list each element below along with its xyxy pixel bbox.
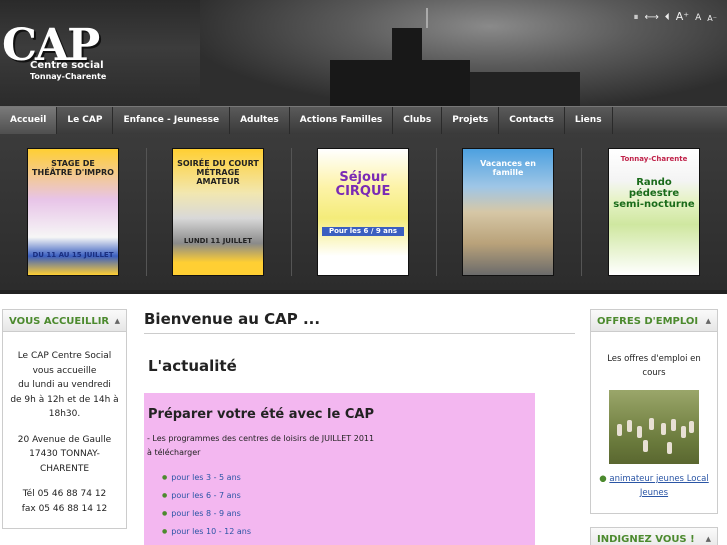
link-text: Jeunes (639, 488, 669, 498)
text-line: 18h30. (48, 409, 81, 419)
nav-item-liens[interactable]: Liens (565, 107, 613, 134)
header-banner: CAP Centre social Tonnay-Charente ⏸ ⟷ ⏴ … (0, 0, 727, 106)
link-text: animateur jeunes Local (609, 474, 709, 484)
logo-town: Tonnay-Charente (30, 72, 107, 81)
poster-court-metrage[interactable]: SOIRÉE DU COURT MÉTRAGE AMATEUR LUNDI 11… (172, 148, 264, 276)
page: CAP Centre social Tonnay-Charente ⏸ ⟷ ⏴ … (0, 0, 727, 545)
box-header[interactable]: INDIGNEZ VOUS ! ▲ (591, 528, 717, 545)
font-decrease-button[interactable]: A⁻ (707, 14, 717, 23)
text-line: cours (642, 368, 666, 378)
gallery-divider (146, 148, 147, 276)
phone: Tél 05 46 88 74 12 (22, 489, 107, 499)
main-nav: Accueil Le CAP Enfance - Jeunesse Adulte… (0, 106, 727, 134)
poster-caption: DU 11 AU 15 JUILLET (32, 251, 114, 259)
poster-caption: Pour les 6 / 9 ans (322, 227, 404, 236)
job-offer-link[interactable]: ● animateur jeunes Local Jeunes (591, 464, 717, 500)
poster-rando-pedestre[interactable]: Tonnay-Charente Rando pédestre semi-noct… (608, 148, 700, 276)
nav-item-le-cap[interactable]: Le CAP (57, 107, 114, 134)
text-line: CHARENTE (39, 463, 90, 474)
box-title: OFFRES D'EMPLOI (597, 316, 699, 327)
text-line: 17430 TONNAY- (29, 449, 100, 459)
nav-item-projets[interactable]: Projets (442, 107, 500, 134)
banner-building (470, 72, 580, 106)
box-offres-emploi: OFFRES D'EMPLOI ▲ Les offres d'emploi en… (590, 309, 718, 514)
main-content: Bienvenue au CAP ... L'actualité Prépare… (144, 306, 575, 545)
text-line: 20 Avenue de Gaulle (17, 434, 112, 445)
gallery-divider (291, 148, 292, 276)
collapse-icon[interactable]: ▲ (115, 317, 120, 325)
box-indignez-vous: INDIGNEZ VOUS ! ▲ (590, 527, 718, 545)
address: 20 Avenue de Gaulle 17430 TONNAY- CHAREN… (3, 433, 126, 477)
text-line: à télécharger (147, 448, 201, 457)
box-body: Le CAP Centre Social vous accueille du l… (3, 332, 126, 516)
download-link[interactable]: pour les 6 - 7 ans (162, 487, 535, 505)
box-vous-accueillir: VOUS ACCUEILLIR ▲ Le CAP Centre Social v… (2, 309, 127, 529)
box-header[interactable]: VOUS ACCUEILLIR ▲ (3, 310, 126, 332)
header-tools: ⏸ ⟷ ⏴ A⁺ A A⁻ (633, 10, 717, 23)
text-line: de 9h à 12h et de 14h à (10, 394, 119, 405)
phone-numbers: Tél 05 46 88 74 12 fax 05 46 88 14 12 (3, 487, 126, 516)
prev-icon[interactable]: ⏴ (665, 12, 670, 23)
gallery-divider (581, 148, 582, 276)
download-link[interactable]: pour les 8 - 9 ans (162, 505, 535, 523)
section-heading: L'actualité (148, 357, 237, 375)
poster-title: Vacances en famille (480, 159, 536, 177)
download-link[interactable]: pour les 3 - 5 ans (162, 469, 535, 487)
nav-item-adultes[interactable]: Adultes (230, 107, 290, 134)
poster-gallery: STAGE DE THÉÂTRE D'IMPRO DU 11 AU 15 JUI… (0, 134, 727, 294)
page-title: Bienvenue au CAP ... (144, 306, 575, 334)
opening-hours: Le CAP Centre Social vous accueille du l… (3, 349, 126, 422)
poster-title: STAGE DE THÉÂTRE D'IMPRO (32, 159, 114, 177)
poster-title: Rando pédestre semi-nocturne (613, 177, 695, 210)
poster-caption: Tonnay-Charente (620, 155, 688, 163)
nav-item-contacts[interactable]: Contacts (499, 107, 565, 134)
font-increase-button[interactable]: A⁺ (676, 10, 689, 23)
poster-sejour-cirque[interactable]: Séjour CIRQUE Pour les 6 / 9 ans (317, 148, 409, 276)
download-link[interactable]: pour les 10 - 12 ans (162, 523, 535, 541)
download-list: pour les 3 - 5 ans pour les 6 - 7 ans po… (144, 460, 535, 541)
font-reset-button[interactable]: A (695, 13, 701, 23)
poster-title: Séjour CIRQUE (335, 170, 391, 199)
nav-item-enfance-jeunesse[interactable]: Enfance - Jeunesse (113, 107, 231, 134)
banner-cross (426, 8, 428, 28)
fax: fax 05 46 88 14 12 (21, 503, 108, 514)
gallery-divider (436, 148, 437, 276)
toggle-width-icon[interactable]: ⟷ (644, 12, 658, 23)
group-photo (609, 390, 699, 464)
article-title[interactable]: Préparer votre été avec le CAP (144, 393, 535, 422)
box-text: Les offres d'emploi en cours (591, 332, 717, 380)
poster-caption: LUNDI 11 JUILLET (183, 237, 253, 245)
text-line: vous accueille (32, 365, 97, 376)
text-line: Le CAP Centre Social (17, 351, 112, 361)
text-line: - Les programmes des centres de loisirs … (147, 434, 375, 443)
text-line: Les offres d'emploi en (607, 354, 701, 364)
collapse-icon[interactable]: ▲ (706, 317, 711, 325)
site-logo[interactable]: CAP Centre social Tonnay-Charente (0, 24, 120, 94)
logo-subtitle: Centre social (30, 60, 104, 71)
poster-vacances-famille[interactable]: Vacances en famille (462, 148, 554, 276)
poster-theatre[interactable]: STAGE DE THÉÂTRE D'IMPRO DU 11 AU 15 JUI… (27, 148, 119, 276)
box-title: INDIGNEZ VOUS ! (597, 534, 695, 545)
poster-title: SOIRÉE DU COURT MÉTRAGE AMATEUR (177, 159, 259, 186)
text-line: du lundi au vendredi (18, 380, 111, 390)
feature-article: Préparer votre été avec le CAP - Les pro… (144, 393, 535, 545)
pause-icon[interactable]: ⏸ (633, 12, 638, 23)
banner-building (330, 60, 470, 106)
box-title: VOUS ACCUEILLIR (9, 316, 110, 327)
nav-item-accueil[interactable]: Accueil (0, 107, 58, 134)
box-header[interactable]: OFFRES D'EMPLOI ▲ (591, 310, 717, 332)
nav-item-actions-familles[interactable]: Actions Familles (290, 107, 394, 134)
article-lead: - Les programmes des centres de loisirs … (144, 422, 535, 460)
nav-item-clubs[interactable]: Clubs (393, 107, 443, 134)
collapse-icon[interactable]: ▲ (706, 535, 711, 543)
